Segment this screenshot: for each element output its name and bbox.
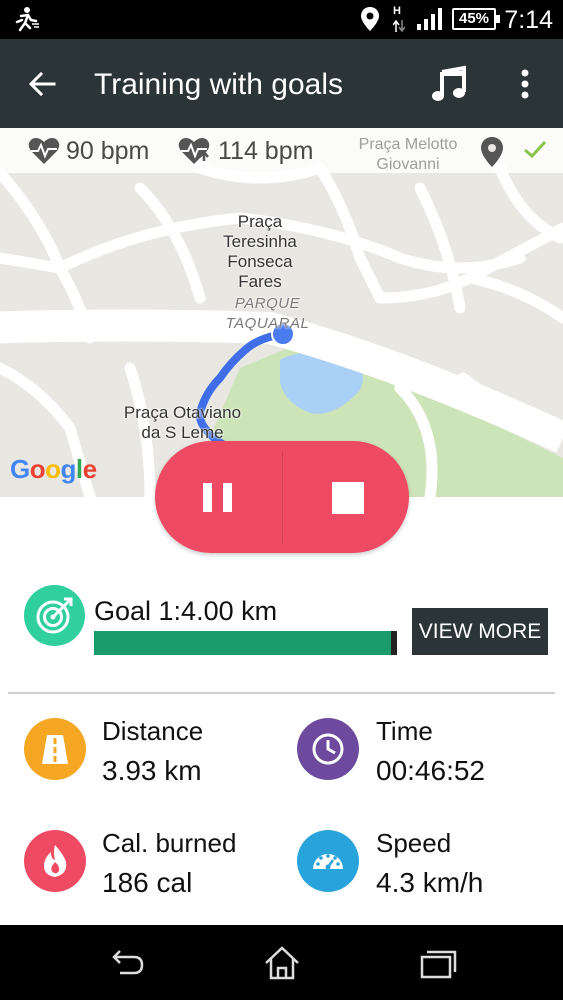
distance-value: 3.93 km bbox=[102, 755, 202, 786]
heart-rate-current: 90 bpm bbox=[28, 134, 149, 168]
pause-button[interactable] bbox=[155, 441, 282, 553]
speedometer-icon bbox=[297, 830, 359, 892]
pause-icon bbox=[203, 483, 212, 512]
page-title: Training with goals bbox=[94, 68, 344, 101]
goal-target-icon bbox=[24, 585, 85, 646]
screen: H 45% 7:14 Training with goals 90 bpm 11… bbox=[0, 0, 563, 1000]
clock-glyph bbox=[312, 733, 344, 765]
data-arrows-icon bbox=[393, 19, 405, 33]
current-place-line2: Giovanni bbox=[376, 156, 440, 173]
app-bar: Training with goals bbox=[0, 39, 563, 128]
google-logo-letter: g bbox=[60, 454, 77, 484]
google-logo-letter: l bbox=[75, 454, 83, 484]
map-label-praca-teresinha: Praça Teresinha Fonseca Fares bbox=[205, 212, 315, 292]
distance-label: Distance bbox=[102, 716, 204, 746]
overflow-menu-icon[interactable] bbox=[512, 64, 538, 104]
calories-label: Cal. burned bbox=[102, 828, 237, 858]
current-place-line1: Praça Melotto bbox=[358, 136, 458, 153]
heart-rate-current-value: 90 bpm bbox=[66, 136, 150, 165]
google-logo-letter: o bbox=[45, 454, 61, 484]
battery-indicator: 45% bbox=[452, 8, 500, 30]
map-label-line: Fonseca Fares bbox=[227, 252, 293, 291]
map-label-line: PARQUE bbox=[234, 295, 301, 312]
google-logo: Google bbox=[10, 454, 97, 485]
current-place-name: Praça Melotto Giovanni bbox=[352, 135, 464, 175]
signal-icon bbox=[417, 8, 442, 30]
google-logo-letter: e bbox=[82, 454, 97, 484]
location-icon bbox=[361, 7, 379, 31]
system-nav-bar bbox=[0, 925, 563, 1000]
heart-rate-max-value: 114 bpm bbox=[218, 136, 314, 165]
flame-icon bbox=[24, 830, 86, 892]
heart-rate-icon bbox=[28, 138, 60, 164]
map-pin-icon bbox=[481, 137, 503, 167]
divider bbox=[8, 692, 555, 694]
map-label-praca-otaviano: Praça Otaviano da S Leme bbox=[120, 403, 245, 443]
map-label-line: Teresinha bbox=[223, 232, 297, 251]
road-icon bbox=[24, 718, 86, 780]
google-logo-letter: o bbox=[29, 454, 46, 484]
status-clock: 7:14 bbox=[504, 6, 553, 34]
time-value: 00:46:52 bbox=[376, 755, 485, 786]
speedometer-glyph bbox=[313, 854, 343, 870]
view-more-button[interactable]: VIEW MORE bbox=[412, 608, 548, 655]
network-type-label: H bbox=[393, 6, 405, 33]
workout-controls bbox=[155, 441, 409, 553]
speed-label: Speed bbox=[376, 828, 452, 858]
goal-label: Goal 1:4.00 km bbox=[94, 596, 278, 626]
heart-rate-max-icon bbox=[178, 138, 210, 164]
road-glyph bbox=[42, 735, 68, 764]
heart-rate-max: 114 bpm bbox=[178, 134, 313, 168]
calories-value: 186 cal bbox=[102, 867, 193, 898]
flame-glyph bbox=[43, 845, 67, 877]
map-label-line: Praça Otaviano bbox=[123, 403, 242, 422]
nav-home-icon[interactable] bbox=[262, 945, 302, 981]
pause-icon bbox=[223, 483, 232, 512]
goal-progress-fill bbox=[94, 631, 391, 655]
goal-progress-marker bbox=[391, 631, 397, 655]
music-note-icon[interactable] bbox=[430, 64, 470, 104]
stop-button[interactable] bbox=[282, 441, 409, 553]
speed-value: 4.3 km/h bbox=[376, 867, 484, 898]
map-label-line: Praça bbox=[237, 212, 283, 231]
google-logo-letter: G bbox=[10, 454, 30, 484]
stop-icon bbox=[332, 482, 364, 514]
map-label-line: TAQUARAL bbox=[225, 315, 310, 332]
nav-back-icon[interactable] bbox=[106, 945, 146, 981]
status-bar: H 45% 7:14 bbox=[0, 0, 563, 39]
gps-ok-check-icon bbox=[524, 140, 547, 159]
goal-progress-bar bbox=[94, 631, 397, 655]
running-man-icon bbox=[15, 7, 39, 32]
map-label-line: da S Leme bbox=[141, 423, 224, 442]
map-label-parque: PARQUE TAQUARAL bbox=[220, 294, 315, 334]
clock-icon bbox=[297, 718, 359, 780]
nav-recents-icon[interactable] bbox=[418, 945, 458, 981]
time-label: Time bbox=[376, 716, 433, 746]
back-arrow-icon[interactable] bbox=[24, 66, 60, 102]
target-icon bbox=[36, 597, 73, 634]
